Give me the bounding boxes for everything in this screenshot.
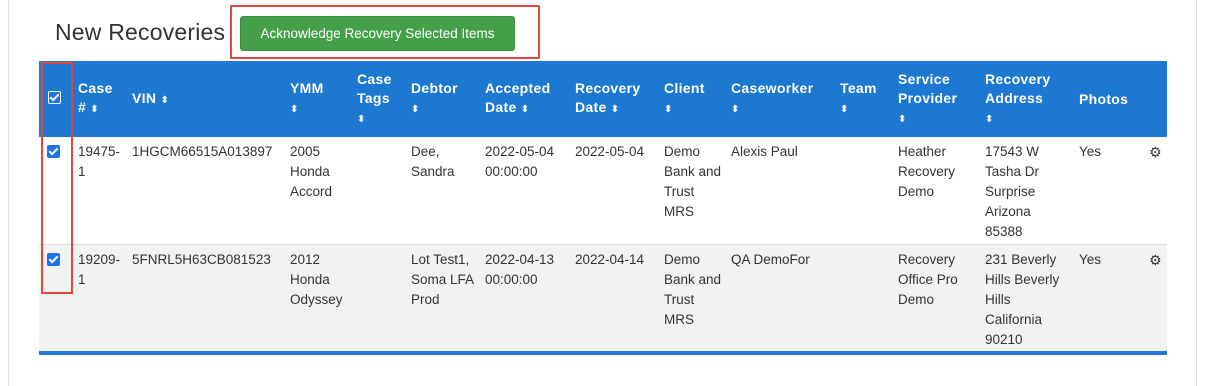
cell-vin: 1HGCM66515A013897: [132, 144, 273, 159]
column-header-service-provider[interactable]: Service Provider ⬍: [894, 61, 981, 137]
cell-debtor: Lot Test1, Soma LFA Prod: [411, 251, 474, 307]
sort-icon: ⬍: [898, 114, 907, 125]
table-row: 19209-1 5FNRL5H63CB081523 2012 Honda Ody…: [39, 244, 1167, 351]
column-header-client[interactable]: Client ⬍: [660, 61, 727, 137]
cell-recovery-date: 2022-04-14: [575, 251, 645, 267]
sort-icon: ⬍: [610, 104, 620, 115]
table-row: 19475-1 1HGCM66515A013897 2005 Honda Acc…: [39, 137, 1167, 244]
column-header-caseworker[interactable]: Caseworker ⬍: [727, 61, 836, 137]
sort-icon: ⬍: [520, 104, 530, 115]
cell-service-provider: Recovery Office Pro Demo: [898, 251, 958, 307]
column-header-ymm[interactable]: YMM ⬍: [286, 61, 353, 137]
gear-icon[interactable]: ⚙: [1149, 250, 1162, 270]
sort-icon: ⬍: [411, 104, 420, 115]
column-header-recovery-date[interactable]: Recovery Date ⬍: [571, 61, 660, 137]
cell-photos: Yes: [1079, 251, 1102, 267]
column-header-team[interactable]: Team ⬍: [836, 61, 894, 137]
cell-vin: 5FNRL5H63CB081523: [132, 251, 271, 267]
cell-recovery-address: 231 Beverly Hills Beverly Hills Californ…: [985, 251, 1060, 347]
sort-icon: ⬍: [90, 104, 99, 115]
cell-accepted-date: 2022-04-13 00:00:00: [485, 251, 555, 287]
row-select-cell: [39, 244, 74, 351]
highlight-box-acknowledge: [230, 5, 540, 59]
recoveries-table-container: Case # ⬍ VIN ⬍ YMM ⬍ Case Tags ⬍ Debtor ⬍ Acc…: [39, 61, 1167, 355]
row-select-cell: [39, 137, 74, 244]
recoveries-table: Case # ⬍ VIN ⬍ YMM ⬍ Case Tags ⬍ Debtor ⬍ Acc…: [39, 61, 1167, 351]
table-header-row: Case # ⬍ VIN ⬍ YMM ⬍ Case Tags ⬍ Debtor ⬍ Acc…: [39, 61, 1167, 137]
page-title: New Recoveries: [55, 19, 226, 45]
cell-case[interactable]: 19475-1: [74, 137, 128, 244]
cell-team: [836, 137, 894, 244]
column-header-photos: Photos: [1079, 90, 1129, 107]
sort-icon: ⬍: [357, 113, 366, 125]
sort-icon: ⬍: [290, 104, 299, 115]
cell-service-provider: Heather Recovery Demo: [898, 144, 956, 199]
cell-debtor: Dee, Sandra: [411, 144, 455, 179]
column-header-recovery-address[interactable]: Recovery Address ⬍: [981, 61, 1075, 137]
sort-icon: ⬍: [985, 114, 994, 125]
sort-icon: ⬍: [664, 104, 673, 115]
column-header-case[interactable]: Case # ⬍: [74, 61, 128, 137]
sort-icon: ⬍: [160, 94, 169, 106]
row-checkbox[interactable]: [47, 252, 60, 266]
sort-icon: ⬍: [840, 104, 849, 115]
cell-actions: ⚙: [1145, 244, 1167, 351]
cell-accepted-date: 2022-05-04 00:00:00: [485, 144, 555, 179]
cell-case-tags: [353, 244, 407, 351]
cell-recovery-date: 2022-05-04: [575, 144, 645, 159]
cell-recovery-address: 17543 W Tasha Dr Surprise Arizona 85388: [985, 144, 1040, 239]
sort-icon: ⬍: [731, 104, 740, 115]
cell-client: Demo Bank and Trust MRS: [664, 251, 722, 327]
column-header-actions: [1145, 61, 1167, 137]
cell-case-tags: [353, 137, 407, 244]
column-header-accepted-date[interactable]: Accepted Date ⬍: [481, 61, 571, 137]
cell-caseworker: QA DemoFor: [731, 251, 810, 267]
row-checkbox[interactable]: [47, 145, 60, 158]
cell-client: Demo Bank and Trust MRS: [664, 144, 722, 219]
select-all-checkbox[interactable]: [48, 90, 61, 104]
column-header-case-tags[interactable]: Case Tags ⬍: [353, 61, 407, 137]
column-header-debtor[interactable]: Debtor ⬍: [407, 61, 481, 137]
gear-icon[interactable]: ⚙: [1149, 142, 1162, 162]
cell-photos: Yes: [1079, 144, 1102, 159]
cell-ymm: 2005 Honda Accord: [290, 144, 333, 199]
cell-ymm: 2012 Honda Odyssey: [290, 251, 343, 307]
cell-team: [836, 244, 894, 351]
cell-case[interactable]: 19209-1: [74, 244, 128, 351]
column-header-vin[interactable]: VIN ⬍: [128, 61, 286, 137]
select-all-cell: [39, 61, 74, 137]
cell-actions: ⚙: [1145, 137, 1167, 244]
cell-caseworker: Alexis Paul: [731, 144, 798, 159]
